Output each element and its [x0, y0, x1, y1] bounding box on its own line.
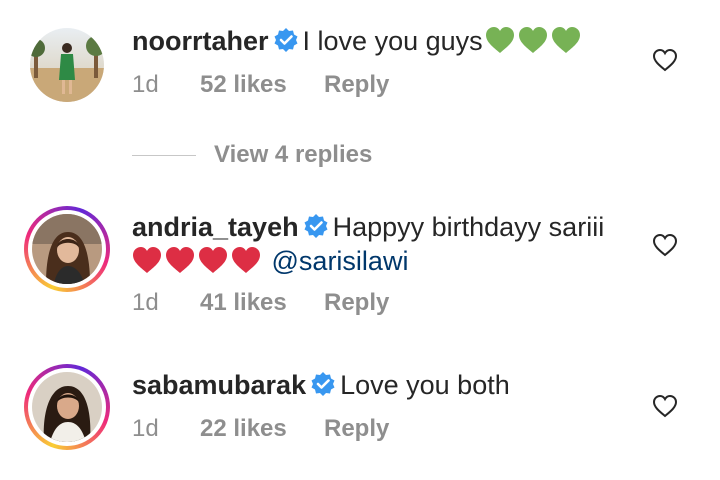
- likes-count[interactable]: 52 likes: [200, 70, 324, 100]
- username[interactable]: sabamubarak: [132, 370, 306, 400]
- username[interactable]: andria_tayeh: [132, 212, 299, 242]
- green-heart-icon: [551, 27, 580, 53]
- comment-body: sabamubarak Love you both: [132, 368, 510, 405]
- view-replies-label: View 4 replies: [214, 141, 373, 168]
- comment-text: Love you both: [340, 370, 510, 400]
- avatar[interactable]: [30, 28, 104, 102]
- likes-count[interactable]: 22 likes: [200, 414, 324, 444]
- red-heart-icon: [166, 247, 194, 273]
- comment-body: noorrtaher I love you guys: [132, 24, 584, 62]
- comment-body: andria_tayeh Happyy birthdayy sariii: [132, 210, 604, 247]
- verified-badge-icon: [303, 213, 329, 247]
- avatar[interactable]: [24, 206, 110, 292]
- comment-text: I love you guys: [302, 26, 483, 56]
- view-replies-button[interactable]: View 4 replies: [132, 140, 372, 170]
- divider: [132, 155, 196, 157]
- timestamp: 1d: [132, 71, 159, 98]
- red-heart-icon: [199, 247, 227, 273]
- comment-meta: 1d 52 likes Reply: [132, 70, 389, 100]
- heart-outline-icon[interactable]: [652, 394, 678, 418]
- green-heart-icon: [518, 27, 547, 53]
- heart-outline-icon[interactable]: [652, 233, 678, 257]
- verified-badge-icon: [310, 371, 336, 405]
- reply-button[interactable]: Reply: [324, 288, 389, 318]
- likes-count[interactable]: 41 likes: [200, 288, 324, 318]
- comment-body-line2: @sarisilawi: [132, 244, 408, 282]
- reply-button[interactable]: Reply: [324, 70, 389, 100]
- red-heart-icon: [232, 247, 260, 273]
- comment-meta: 1d 41 likes Reply: [132, 288, 389, 318]
- heart-outline-icon[interactable]: [652, 48, 678, 72]
- timestamp: 1d: [132, 415, 159, 442]
- comment-meta: 1d 22 likes Reply: [132, 414, 389, 444]
- green-heart-icon: [485, 27, 514, 53]
- reply-button[interactable]: Reply: [324, 414, 389, 444]
- red-heart-icon: [133, 247, 161, 273]
- avatar[interactable]: [24, 364, 110, 450]
- green-heart-emoji-group: [485, 26, 584, 62]
- red-heart-emoji-group: [132, 246, 264, 282]
- verified-badge-icon: [273, 27, 299, 61]
- timestamp: 1d: [132, 289, 159, 316]
- username[interactable]: noorrtaher: [132, 26, 269, 56]
- comment-text: Happyy birthdayy sariii: [332, 212, 605, 242]
- mention-link[interactable]: @sarisilawi: [272, 246, 409, 276]
